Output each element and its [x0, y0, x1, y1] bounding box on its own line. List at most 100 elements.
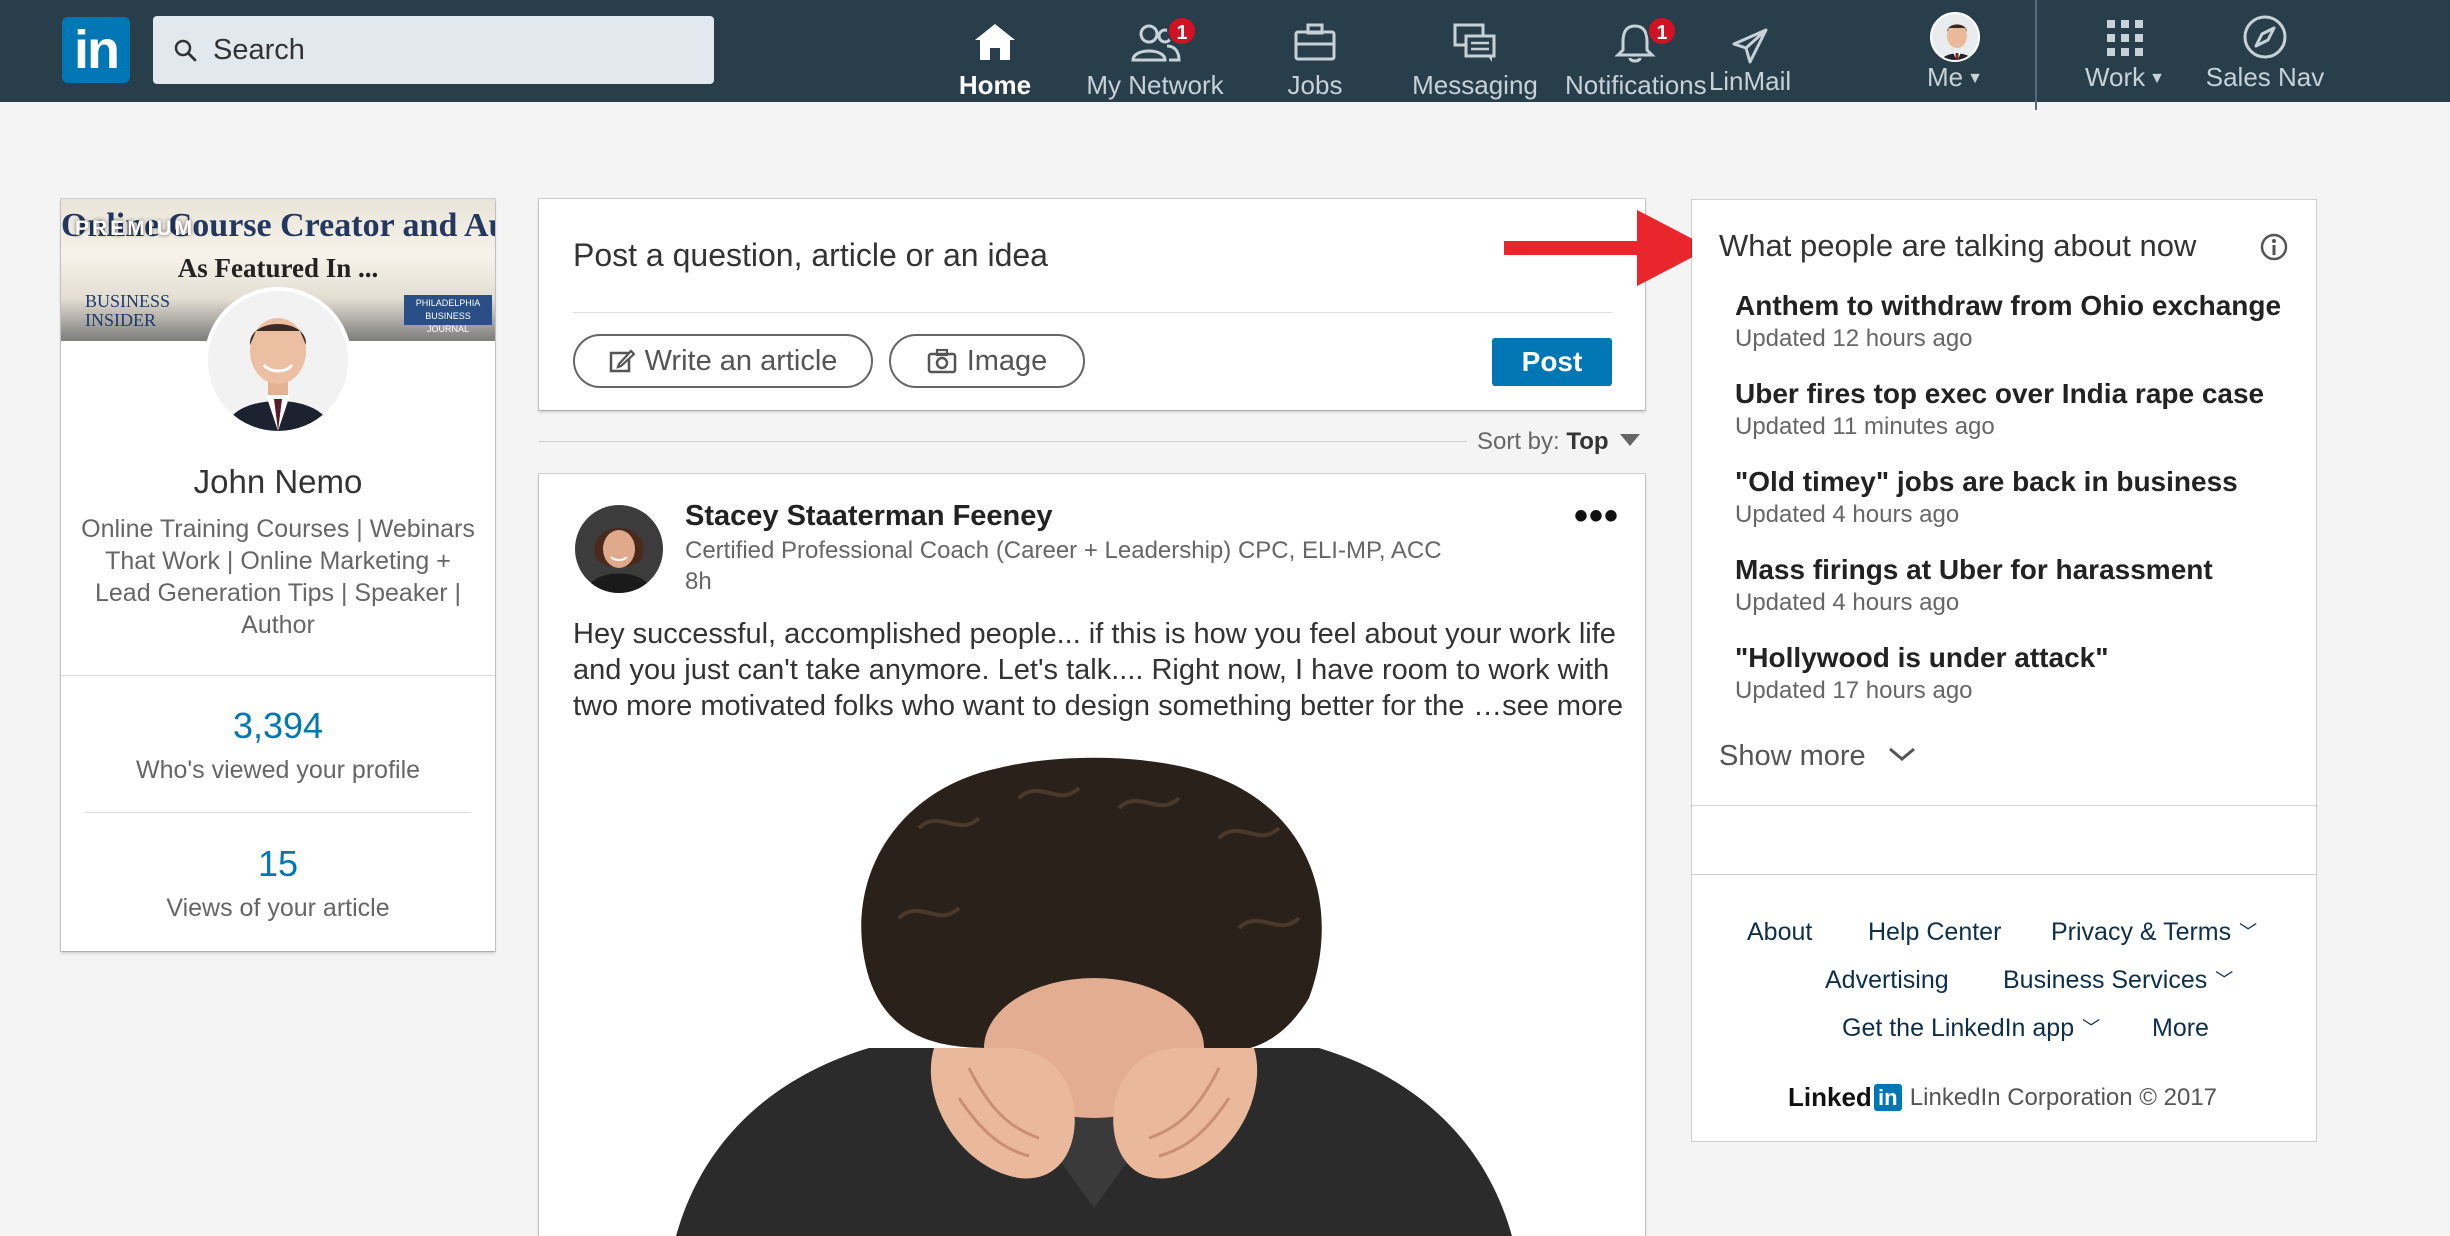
show-more-button[interactable]: Show more	[1719, 740, 1916, 773]
article-views-label[interactable]: Views of your article	[61, 894, 495, 923]
footer-link-about-label: About	[1747, 918, 1813, 946]
nav-my-network[interactable]: 1 My Network	[1085, 0, 1225, 102]
banner-subtitle: As Featured In ...	[177, 253, 379, 283]
news-headline[interactable]: "Hollywood is under attack"	[1735, 641, 2305, 675]
news-updated: Updated 17 hours ago	[1735, 677, 1973, 704]
footer-link-privacy-terms-label: Privacy & Terms	[2051, 918, 2232, 946]
nav-messaging-label: Messaging	[1412, 70, 1538, 100]
banner-logo-business-insider: BUSINESS INSIDER	[85, 291, 171, 330]
me-avatar	[1930, 12, 1980, 62]
footer-link-advertising-label: Advertising	[1825, 966, 1949, 994]
divider	[1692, 874, 2316, 875]
image-label: Image	[966, 344, 1048, 377]
footer-link-more-label: More	[2152, 1014, 2209, 1042]
search-box[interactable]	[153, 16, 714, 84]
news-updated: Updated 11 minutes ago	[1735, 413, 1995, 440]
image-button[interactable]: Image	[889, 334, 1085, 388]
news-item[interactable]: Anthem to withdraw from Ohio exchange Up…	[1735, 289, 2305, 355]
footer-link-help-center-label: Help Center	[1868, 918, 2002, 946]
notifications-badge: 1	[1647, 16, 1677, 46]
chevron-down-icon: ﹀	[2215, 970, 2234, 990]
copyright-text: LinkedIn Corporation © 2017	[1909, 1083, 2218, 1111]
article-views-count[interactable]: 15	[61, 843, 495, 885]
post-author-name[interactable]: Stacey Staaterman Feeney	[685, 500, 1053, 533]
write-article-button[interactable]: Write an article	[573, 334, 873, 388]
linkedin-wordmark: Linked	[1788, 1082, 1872, 1112]
more-options-icon[interactable]: •••	[1574, 494, 1619, 539]
send-icon	[1732, 28, 1768, 64]
write-article-label: Write an article	[644, 344, 838, 377]
divider	[85, 812, 471, 813]
sort-label: Sort by:	[1477, 428, 1560, 455]
sort-by-dropdown[interactable]: Sort by: Top	[1477, 428, 1641, 456]
post-button[interactable]: Post	[1492, 338, 1612, 386]
profile-views-label[interactable]: Who's viewed your profile	[61, 756, 495, 785]
top-navigation-bar: in Home 1 My Network Jobs	[0, 0, 2450, 110]
sort-value: Top	[1566, 428, 1609, 455]
news-updated: Updated 12 hours ago	[1735, 325, 1973, 352]
nav-notifications-label: Notifications	[1565, 70, 1707, 100]
post-author-title: Certified Professional Coach (Career + L…	[685, 537, 1442, 564]
compass-icon	[2243, 15, 2287, 59]
nav-sales-nav-label: Sales Nav	[2205, 62, 2325, 92]
news-item[interactable]: "Hollywood is under attack" Updated 17 h…	[1735, 641, 2305, 707]
profile-views-count[interactable]: 3,394	[61, 705, 495, 747]
chevron-down-icon	[1888, 747, 1915, 761]
chevron-down-icon: ▼	[1967, 70, 1983, 87]
nav-my-network-label: My Network	[1086, 70, 1224, 100]
news-title: What people are talking about now	[1719, 228, 2197, 263]
footer-link-business-services[interactable]: Business Services ﹀	[2003, 966, 2233, 995]
footer-link-about[interactable]: About	[1747, 918, 1812, 947]
news-headline[interactable]: Mass firings at Uber for harassment	[1735, 553, 2305, 587]
profile-headline: Online Training Courses | Webinars That …	[81, 515, 475, 639]
red-arrow-annotation	[1504, 210, 1710, 286]
footer-copyright: Linked in LinkedIn Corporation © 2017	[1788, 1082, 2217, 1113]
nav-messaging[interactable]: Messaging	[1410, 0, 1540, 102]
messaging-icon	[1453, 23, 1496, 62]
profile-avatar[interactable]	[204, 287, 352, 435]
share-prompt[interactable]: Post a question, article or an idea	[573, 237, 1048, 274]
nav-divider	[2035, 0, 2037, 110]
nav-work[interactable]: Work ▼	[2075, 0, 2175, 102]
post-author-avatar[interactable]	[575, 505, 663, 593]
news-headline[interactable]: "Old timey" jobs are back in business	[1735, 465, 2305, 499]
banner-logo-philadelphia: PHILADELPHIA BUSINESS JOURNAL	[404, 295, 492, 334]
post-image[interactable]	[539, 748, 1645, 1236]
see-more-link[interactable]: …see more	[1465, 688, 1623, 724]
nav-sales-nav[interactable]: Sales Nav	[2200, 0, 2330, 102]
nav-jobs-label: Jobs	[1287, 70, 1343, 100]
news-item[interactable]: Mass firings at Uber for harassment Upda…	[1735, 553, 2305, 619]
profile-name[interactable]: John Nemo	[61, 463, 495, 501]
news-item[interactable]: "Old timey" jobs are back in business Up…	[1735, 465, 2305, 531]
profile-card: Online Course Creator and Author As Feat…	[61, 199, 495, 951]
footer-link-get-app[interactable]: Get the LinkedIn app ﹀	[1842, 1014, 2100, 1043]
premium-label: PREMIUM	[75, 217, 196, 240]
chevron-down-icon: ﹀	[2239, 922, 2258, 942]
news-headline[interactable]: Uber fires top exec over India rape case	[1735, 377, 2305, 411]
nav-home[interactable]: Home	[945, 0, 1045, 102]
nav-linmail-label: LinMail	[1708, 66, 1792, 96]
footer-link-business-services-label: Business Services	[2003, 966, 2208, 994]
footer-link-more[interactable]: More	[2152, 1014, 2209, 1043]
footer-link-privacy-terms[interactable]: Privacy & Terms ﹀	[2051, 918, 2257, 947]
grid-icon	[2107, 20, 2143, 56]
chevron-down-icon: ▼	[2149, 70, 2166, 87]
nav-jobs[interactable]: Jobs	[1265, 0, 1365, 102]
linkedin-in-icon: in	[1873, 1084, 1902, 1111]
news-updated: Updated 4 hours ago	[1735, 501, 1960, 528]
news-headline[interactable]: Anthem to withdraw from Ohio exchange	[1735, 289, 2305, 323]
feed-post: Stacey Staaterman Feeney Certified Profe…	[539, 474, 1645, 1236]
nav-me[interactable]: Me ▼	[1900, 0, 2010, 102]
linkedin-logo-icon[interactable]: in	[62, 17, 130, 83]
camera-icon	[927, 348, 956, 374]
footer-link-help-center[interactable]: Help Center	[1868, 918, 2001, 947]
nav-notifications[interactable]: 1 Notifications	[1565, 0, 1707, 102]
search-input[interactable]	[213, 33, 693, 67]
info-icon[interactable]	[2259, 232, 2289, 262]
briefcase-icon	[1294, 23, 1336, 61]
nav-home-label: Home	[958, 70, 1032, 100]
footer-module: About Help Center Privacy & Terms ﹀ Adver…	[1692, 806, 2316, 1141]
footer-link-advertising[interactable]: Advertising	[1825, 966, 1949, 995]
news-item[interactable]: Uber fires top exec over India rape case…	[1735, 377, 2305, 443]
nav-linmail[interactable]: LinMail	[1705, 0, 1795, 102]
